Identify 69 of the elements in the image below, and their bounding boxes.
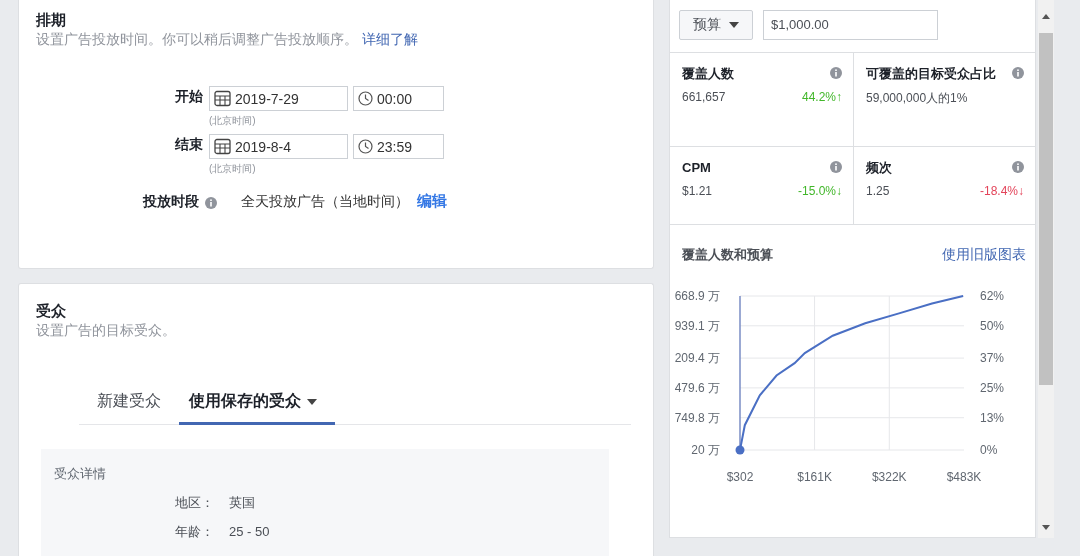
legacy-chart-link[interactable]: 使用旧版图表 [942, 246, 1026, 264]
axis-label: 0% [980, 443, 998, 457]
learn-more-link[interactable]: 详细了解 [361, 31, 418, 47]
axis-label: 20 万 [691, 443, 720, 457]
metric-change: -18.4%↓ [979, 184, 1024, 198]
section-description: 设置广告投放时间。你可以稍后调整广告投放顺序。 详细了解 [36, 30, 419, 48]
metric-value: 59,000,000人的1% [866, 90, 968, 107]
info-icon [1012, 67, 1024, 79]
metric-title: CPM [682, 159, 711, 176]
details-heading: 受众详情 [54, 465, 107, 483]
caret-icon [729, 22, 739, 28]
calendar-icon [214, 138, 231, 155]
metric-change: -15.0%↓ [797, 184, 842, 198]
axis-label: 37% [980, 351, 1005, 366]
scrollbar-thumb[interactable] [1039, 33, 1053, 385]
axis-label: 25% [980, 380, 1005, 395]
date-field[interactable]: 2019-7-29 [209, 86, 348, 111]
audience-tab[interactable]: 新建受众 [79, 383, 179, 425]
axis-label: 13% [980, 410, 1005, 425]
axis-label: 939.1 万 [674, 318, 720, 333]
field-label: 开始 [174, 87, 204, 106]
metric-title: 频次 [866, 159, 892, 176]
info-icon [830, 67, 842, 79]
section-title: 排期 [36, 10, 67, 30]
edit-link[interactable]: 编辑 [417, 192, 447, 211]
axis-label: $302 [726, 470, 754, 484]
chart-title: 覆盖人数和预算 [682, 246, 773, 264]
axis-label: 209.4 万 [674, 351, 720, 366]
date-field[interactable]: 2019-8-4 [209, 134, 348, 159]
axis-label: 62% [980, 289, 1005, 303]
data-point [735, 445, 745, 455]
metric-value: 1.25 [866, 184, 890, 198]
detail-label: 年龄： [175, 523, 215, 541]
detail-value: 25 - 50 [229, 523, 270, 541]
delivery-value: 全天投放广告（当地时间） [241, 192, 409, 211]
timezone-note: (北京时间) [209, 163, 257, 175]
section-description: 设置广告的目标受众。 [36, 321, 177, 339]
calendar-icon [214, 90, 231, 107]
scroll-up-icon [1042, 14, 1050, 19]
time-field[interactable]: 23:59 [353, 134, 444, 159]
info-icon [205, 196, 217, 209]
detail-value: 英国 [229, 494, 255, 512]
field-label: 结束 [174, 135, 204, 154]
info-icon [830, 161, 842, 173]
budget-type-dropdown[interactable]: 预算 [679, 10, 753, 40]
clock-icon [358, 91, 373, 106]
axis-label: $161K [797, 470, 832, 484]
axis-label: 668.9 万 [674, 289, 720, 303]
axis-label: 50% [980, 318, 1005, 333]
scroll-down-icon [1042, 525, 1050, 530]
axis-label: $483K [946, 470, 982, 484]
clock-icon [358, 139, 373, 154]
audience-tab[interactable]: 使用保存的受众 [179, 383, 335, 425]
axis-label: 479.6 万 [674, 380, 720, 395]
section-title: 受众 [36, 301, 67, 321]
metric-change: 44.2%↑ [801, 90, 842, 104]
info-icon [1012, 161, 1024, 173]
metric-value: 661,657 [682, 90, 726, 104]
axis-label: $322K [871, 470, 907, 484]
metric-value: $1.21 [682, 184, 713, 198]
time-field[interactable]: 00:00 [353, 86, 444, 111]
detail-label: 地区： [175, 494, 215, 512]
scrollbar[interactable] [1038, 0, 1054, 538]
axis-label: 749.8 万 [674, 410, 720, 425]
timezone-note: (北京时间) [209, 115, 257, 127]
field-label: 投放时段 [143, 192, 199, 211]
budget-amount-field[interactable]: $1,000.00 [763, 10, 938, 40]
metric-title: 可覆盖的目标受众占比 [866, 65, 996, 82]
metric-title: 覆盖人数 [682, 65, 734, 82]
